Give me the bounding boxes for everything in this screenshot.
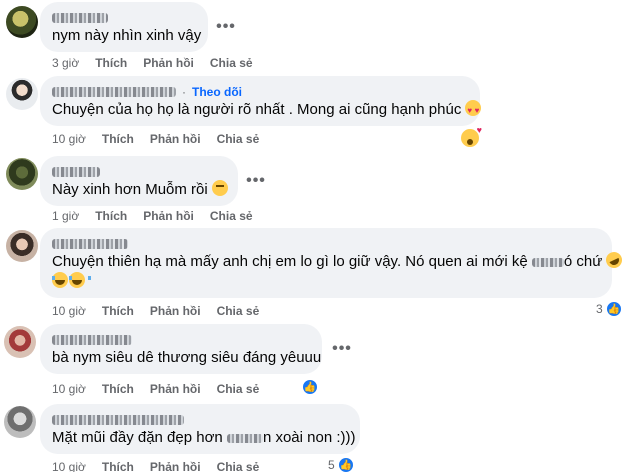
comment-bubble: · Theo dõi Chuyện của họ họ là người rõ …	[40, 76, 482, 126]
comment-actions: 10 giờ Thích Phản hồi Chia sẻ	[52, 459, 275, 472]
reply-button[interactable]: Phản hồi	[143, 209, 194, 223]
share-button[interactable]: Chia sẻ	[217, 132, 260, 146]
share-button[interactable]: Chia sẻ	[210, 209, 253, 223]
author-row: · Theo dõi	[52, 84, 468, 100]
comment-text: Này xinh hơn Muỗm rồi	[52, 180, 228, 200]
author-name[interactable]	[52, 10, 196, 26]
avatar[interactable]	[6, 230, 38, 262]
comment-bubble: Chuyện thiên hạ mà mấy anh chị em lo gì …	[40, 228, 625, 298]
timestamp[interactable]: 3 giờ	[52, 56, 79, 70]
like-button[interactable]: Thích	[102, 382, 134, 396]
author-name[interactable]	[52, 332, 310, 348]
comment-text-body: Chuyện thiên hạ mà mấy anh chị em lo gì …	[52, 253, 528, 270]
comment-text-tail: n xoài non :)))	[262, 429, 356, 446]
more-options-icon[interactable]: •••	[330, 341, 354, 360]
author-name[interactable]	[52, 87, 176, 97]
rolling-on-floor-laughing-icon	[603, 249, 625, 271]
surprised-reaction-icon[interactable]	[460, 125, 482, 148]
comment-text: Chuyện của họ họ là người rõ nhất . Mong…	[52, 100, 482, 121]
timestamp[interactable]: 10 giờ	[52, 304, 86, 318]
author-name[interactable]	[52, 236, 600, 252]
like-button[interactable]: Thích	[95, 209, 127, 223]
comment-text: nym này nhìn xinh vậy	[52, 27, 202, 44]
reply-button[interactable]: Phản hồi	[150, 460, 201, 472]
comment-actions: 10 giờ Thích Phản hồi Chia sẻ	[52, 131, 275, 147]
comment-text-body: Này xinh hơn Muỗm rồi	[52, 181, 208, 198]
share-button[interactable]: Chia sẻ	[217, 460, 260, 472]
more-options-icon[interactable]: •••	[214, 19, 238, 38]
timestamp[interactable]: 10 giờ	[52, 382, 86, 396]
share-button[interactable]: Chia sẻ	[210, 56, 253, 70]
reaction-count: 5	[328, 458, 335, 472]
avatar[interactable]	[6, 158, 38, 190]
reply-button[interactable]: Phản hồi	[150, 382, 201, 396]
like-button[interactable]: Thích	[102, 460, 134, 472]
reaction-summary[interactable]: 3 👍	[596, 300, 622, 318]
comment-text: Mặt mũi đầy đặn đẹp hơn n xoài non :)))	[52, 428, 356, 448]
like-reaction-icon: 👍	[605, 301, 622, 317]
author-name[interactable]	[52, 164, 226, 180]
timestamp[interactable]: 10 giờ	[52, 460, 86, 472]
face-with-tears-of-joy-icon	[69, 272, 91, 288]
author-name[interactable]	[52, 412, 348, 428]
like-button[interactable]: Thích	[102, 132, 134, 146]
comment-actions: 10 giờ Thích Phản hồi Chia sẻ	[52, 303, 275, 319]
share-button[interactable]: Chia sẻ	[217, 382, 260, 396]
avatar[interactable]	[4, 326, 36, 358]
like-reaction-icon: 👍	[337, 457, 354, 472]
comment-text-line2	[52, 272, 600, 292]
redacted-text	[226, 433, 263, 443]
comment-text: bà nym siêu dê thương siêu đáng yêuuu	[52, 349, 322, 366]
comment-bubble: Mặt mũi đầy đặn đẹp hơn n xoài non :)))	[40, 404, 360, 454]
comment-bubble: bà nym siêu dê thương siêu đáng yêuuu	[40, 324, 322, 374]
comment-bubble: nym này nhìn xinh vậy	[40, 2, 208, 52]
comment-actions: 3 giờ Thích Phản hồi Chia sẻ	[52, 55, 269, 71]
reply-button[interactable]: Phản hồi	[143, 56, 194, 70]
reaction-summary[interactable]: 👍	[302, 378, 318, 396]
reaction-count: 3	[596, 302, 603, 316]
like-button[interactable]: Thích	[95, 56, 127, 70]
comment-actions: 10 giờ Thích Phản hồi Chia sẻ	[52, 381, 275, 397]
comment-text-body: Chuyện của họ họ là người rõ nhất . Mong…	[52, 101, 462, 118]
timestamp[interactable]: 1 giờ	[52, 209, 79, 223]
timestamp[interactable]: 10 giờ	[52, 132, 86, 146]
face-with-tears-of-joy-icon	[52, 272, 74, 288]
flushed-face-icon	[211, 180, 228, 196]
share-button[interactable]: Chia sẻ	[217, 304, 260, 318]
redacted-text	[531, 257, 564, 267]
avatar[interactable]	[6, 6, 38, 38]
reply-button[interactable]: Phản hồi	[150, 304, 201, 318]
separator-dot: ·	[182, 85, 186, 99]
avatar[interactable]	[4, 406, 36, 438]
reply-button[interactable]: Phản hồi	[150, 132, 201, 146]
like-button[interactable]: Thích	[102, 304, 134, 318]
comment-text-tail: ó chứ	[563, 253, 603, 270]
comment-actions: 1 giờ Thích Phản hồi Chia sẻ	[52, 208, 269, 224]
like-reaction-icon: 👍	[302, 379, 318, 395]
smiling-face-heart-eyes-icon	[465, 100, 482, 121]
more-options-icon[interactable]: •••	[244, 173, 268, 192]
reaction-summary[interactable]: 5 👍	[328, 456, 354, 472]
avatar[interactable]	[6, 78, 38, 110]
comment-text-body: Mặt mũi đầy đặn đẹp hơn	[52, 429, 223, 446]
comment-bubble: Này xinh hơn Muỗm rồi	[40, 156, 238, 206]
follow-button[interactable]: Theo dõi	[192, 85, 242, 99]
comment-text: Chuyện thiên hạ mà mấy anh chị em lo gì …	[52, 249, 625, 272]
